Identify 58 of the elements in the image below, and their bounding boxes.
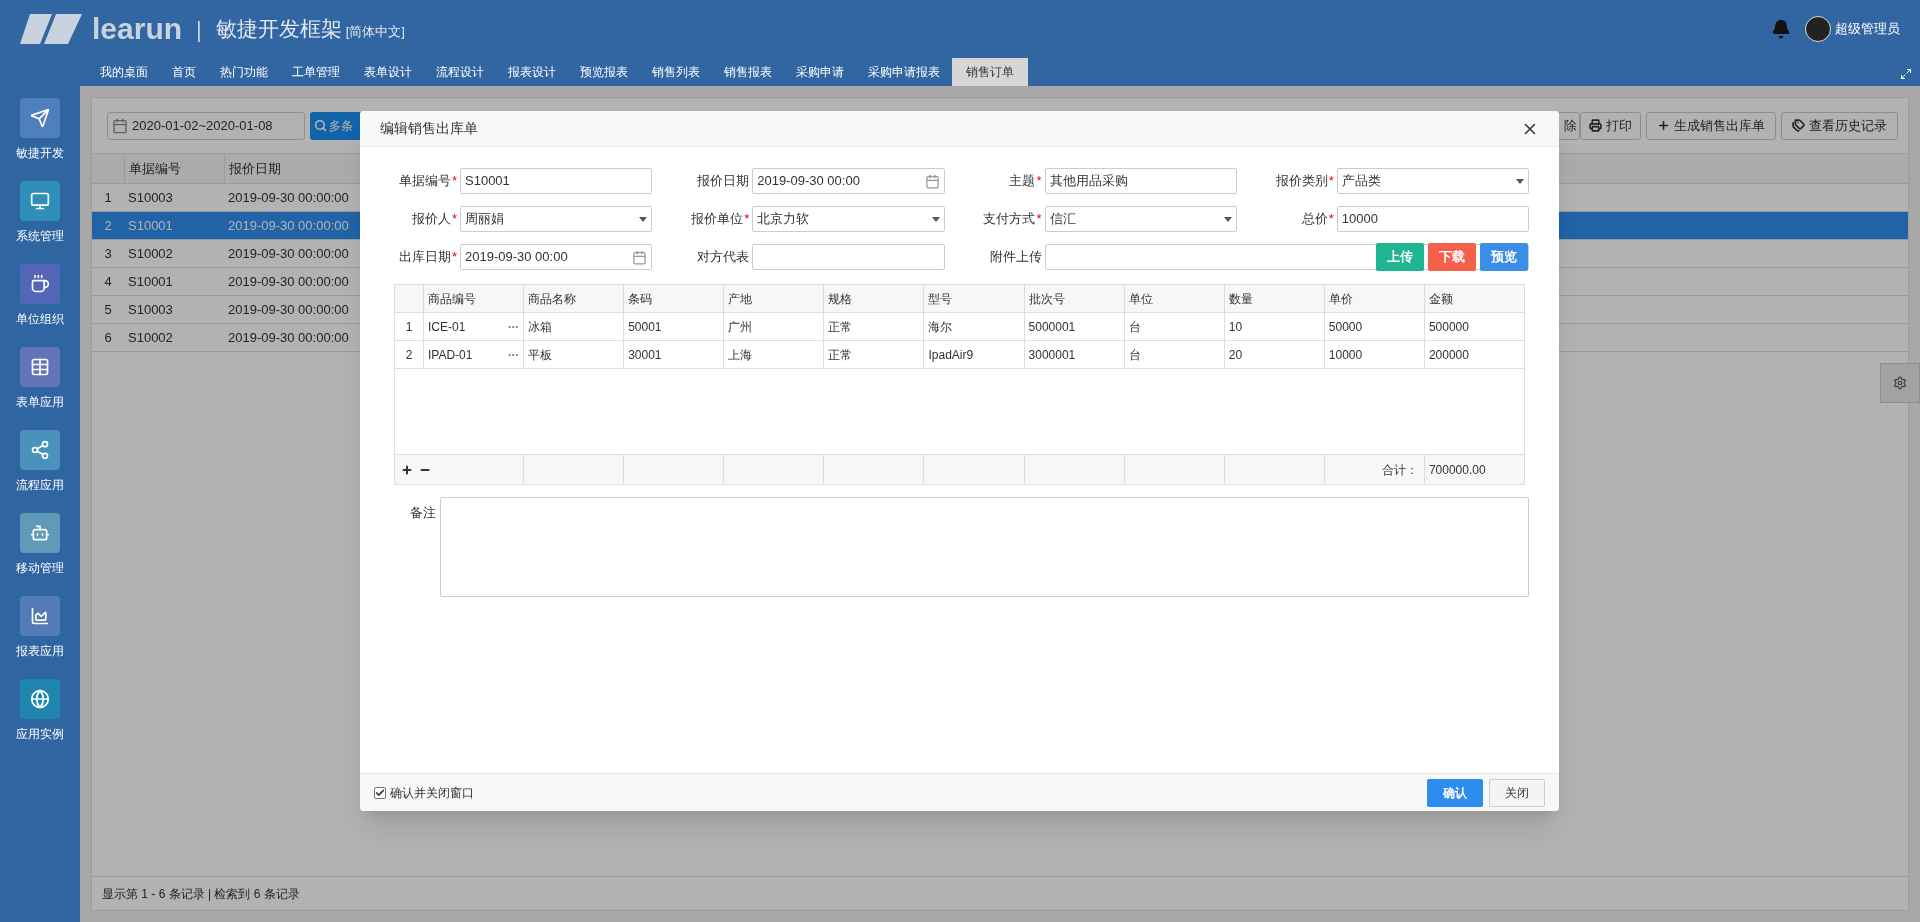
table-cell-text: 冰箱 <box>528 318 553 336</box>
row-number: 1 <box>404 318 414 336</box>
table-cell-text: 500000 <box>1428 318 1469 336</box>
row-number: 4 <box>103 272 113 291</box>
table-cell-text: 5000001 <box>1028 318 1076 336</box>
table-cell-text: 10000 <box>1328 346 1363 364</box>
row-number: 3 <box>103 244 113 263</box>
table-cell-text: 2019-09-30 00:00:00 <box>228 328 349 347</box>
table-cell-text: 2019-09-30 00:00:00 <box>228 244 349 263</box>
table-cell-text: 3000001 <box>1028 346 1076 364</box>
table-cell-text: 30001 <box>628 346 662 364</box>
table-cell-text: S10002 <box>128 244 173 263</box>
field-label: 报价类别* <box>1275 172 1334 191</box>
logo-text: learun <box>92 14 183 44</box>
dialog-title: 编辑销售出库单 <box>380 119 478 138</box>
row-number: 1 <box>103 188 113 207</box>
table-cell-text: 正常 <box>828 346 853 364</box>
field-label: 附件上传 <box>989 248 1042 267</box>
table-cell-text: S10001 <box>128 216 173 235</box>
pagination-info: 显示第 1 - 6 条记录 | 检索到 6 条记录 <box>102 885 300 903</box>
field-label: 主题* <box>1009 172 1042 191</box>
table-cell-text: S10003 <box>128 300 173 319</box>
table-cell-text: 2019-09-30 00:00:00 <box>228 188 349 207</box>
table-cell-text: 50000 <box>1328 318 1363 336</box>
table-cell-text: S10002 <box>128 328 173 347</box>
table-cell-text: 平板 <box>528 346 553 364</box>
field-label: 报价日期 <box>697 172 750 191</box>
field-label: 报价单位* <box>691 210 750 229</box>
field-label: 支付方式* <box>983 210 1042 229</box>
row-number: 2 <box>404 346 414 364</box>
table-cell-text: 正常 <box>828 318 853 336</box>
table-cell-text: 台 <box>1128 346 1141 364</box>
table-cell-text: 2019-09-30 00:00:00 <box>228 216 349 235</box>
table-cell-text: IpadAir9 <box>928 346 974 364</box>
row-number: 2 <box>103 216 113 235</box>
table-cell-text: 2019-09-30 00:00:00 <box>228 272 349 291</box>
table-cell-text: 海尔 <box>928 318 953 336</box>
table-cell-text: S10003 <box>128 188 173 207</box>
field-label: 报价人* <box>411 210 457 229</box>
table-cell-text: 20 <box>1228 346 1243 364</box>
field-label: 备注 <box>410 504 436 522</box>
table-cell-text: 广州 <box>728 318 753 336</box>
row-number: 6 <box>103 328 113 347</box>
table-cell-text: 上海 <box>728 346 753 364</box>
field-label: 总价* <box>1301 210 1334 229</box>
table-cell-text: S10001 <box>128 272 173 291</box>
row-number: 5 <box>103 300 113 319</box>
table-cell-text: 200000 <box>1428 346 1469 364</box>
table-cell-text: 50001 <box>628 318 662 336</box>
field-label: 出库日期* <box>398 248 457 267</box>
app-title: 敏捷开发框架 <box>215 16 342 43</box>
table-cell-text: 10 <box>1228 318 1243 336</box>
separator: | <box>196 15 202 44</box>
table-cell-text: 台 <box>1128 318 1141 336</box>
total-label: 合计： <box>1381 461 1418 479</box>
total-value: 700000.00 <box>1428 461 1486 479</box>
field-label: 对方代表 <box>697 248 750 267</box>
table-cell-text: 2019-09-30 00:00:00 <box>228 300 349 319</box>
